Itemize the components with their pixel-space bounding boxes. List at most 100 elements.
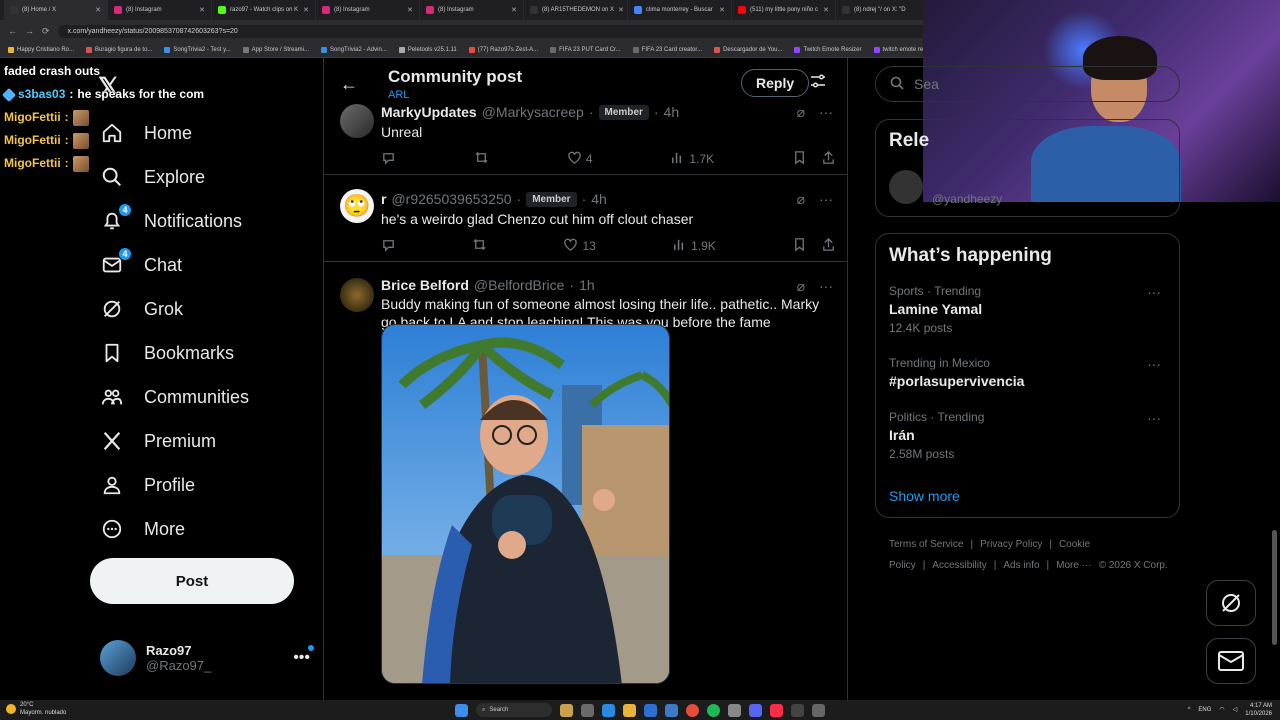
retweet-action[interactable] [474, 150, 489, 168]
grok-icon[interactable]: ⌀ [797, 191, 805, 208]
footer-link[interactable]: Terms of Service [889, 539, 963, 550]
taskbar-app-icon[interactable] [812, 703, 825, 717]
relevant-handle[interactable]: @yandheezy [932, 192, 1002, 206]
author-handle[interactable]: @BelfordBrice [474, 277, 564, 293]
nav-item-premium[interactable]: Premium [100, 421, 216, 461]
avatar[interactable] [340, 278, 374, 312]
avatar[interactable]: 🙄 [340, 189, 374, 223]
browser-tab[interactable]: (8) AR15THEDEMON on X ✕ [524, 0, 628, 20]
grok-icon[interactable]: ⌀ [797, 104, 805, 121]
bookmark-item[interactable]: (77) Razo97s Zest-A... [468, 46, 538, 53]
browser-tab[interactable]: clima monterrey - Buscar ✕ [628, 0, 732, 20]
footer-link[interactable]: © 2026 X Corp. [1099, 560, 1168, 571]
reply-action[interactable] [381, 237, 396, 255]
taskbar-app-icon[interactable] [560, 703, 573, 717]
bookmark-item[interactable]: Buragio figura de to... [86, 46, 152, 53]
mail-icon[interactable] [665, 703, 678, 717]
nav-item-more[interactable]: More [100, 509, 185, 549]
spotify-icon[interactable] [707, 703, 720, 717]
browser-tab[interactable]: (8) Instagram ✕ [420, 0, 524, 20]
author-name[interactable]: Brice Belford [381, 277, 469, 293]
bookmark-item[interactable]: Peletools v25.1.11 [398, 46, 457, 53]
trend-item[interactable]: Sports · Trending Lamine Yamal 12.4K posts… [889, 284, 1169, 335]
grok-icon[interactable]: ⌀ [797, 278, 805, 295]
author-name[interactable]: r [381, 191, 386, 207]
address-input[interactable]: x.com/yandheezy/status/20098537087426032… [57, 24, 958, 38]
search-input[interactable]: Sea [875, 66, 1180, 102]
language-indicator[interactable]: ENG [1198, 706, 1211, 714]
browser-back-icon[interactable]: ← [8, 26, 17, 36]
tweet-photo[interactable] [381, 324, 670, 684]
browser-tab[interactable]: (8) Home / X ✕ [4, 0, 108, 20]
nav-item-notifications[interactable]: 4 Notifications [100, 201, 242, 241]
scrollbar[interactable] [1272, 530, 1277, 645]
more-icon[interactable]: ··· [1147, 410, 1161, 426]
close-icon[interactable]: ✕ [95, 6, 101, 14]
community-name[interactable]: ARL [388, 89, 409, 101]
close-icon[interactable]: ✕ [823, 6, 829, 14]
author-name[interactable]: MarkyUpdates [381, 104, 477, 120]
account-more-icon[interactable]: ••• [293, 645, 314, 667]
discord-icon[interactable] [749, 703, 762, 717]
bookmark-item[interactable]: FIFA 23 Card creator... [632, 46, 702, 53]
reply-action[interactable] [381, 150, 396, 168]
browser-reload-icon[interactable]: ⟳ [42, 26, 50, 37]
close-icon[interactable]: ✕ [199, 6, 205, 14]
chrome-icon[interactable] [686, 703, 699, 717]
folder-icon[interactable] [623, 703, 636, 717]
bookmark-item[interactable]: Twitch Emote Resizer [794, 46, 862, 53]
weather-widget[interactable]: 20°C Mayorm. nublado [6, 701, 66, 717]
views-action[interactable]: 1.7K [670, 150, 714, 168]
taskbar-app-icon[interactable] [791, 703, 804, 717]
browser-tab[interactable]: (511) my little pony niño c ✕ [732, 0, 836, 20]
close-icon[interactable]: ✕ [407, 6, 413, 14]
close-icon[interactable]: ✕ [719, 6, 725, 14]
footer-link[interactable]: Privacy Policy [980, 539, 1042, 550]
close-icon[interactable]: ✕ [511, 6, 517, 14]
browser-tab[interactable]: (8) Instagram ✕ [316, 0, 420, 20]
taskbar-search[interactable]: ⌕ Search [476, 703, 552, 717]
clock[interactable]: 4:17 AM 1/10/2026 [1245, 702, 1272, 718]
taskbar-app-icon[interactable] [581, 703, 594, 717]
account-switcher[interactable]: Razo97 @Razo97_ ••• [100, 638, 314, 678]
author-handle[interactable]: @Markysacreep [482, 104, 584, 120]
bookmark-item[interactable]: SongTrivia2 - Test y... [164, 46, 231, 53]
tweet[interactable]: Brice Belford @BelfordBrice · 1h ⌀ ··· B… [324, 262, 847, 700]
tweet-time[interactable]: 1h [579, 277, 595, 293]
browser-tab[interactable]: (8) Instagram ✕ [108, 0, 212, 20]
bookmark-icon[interactable] [792, 237, 807, 255]
wifi-icon[interactable]: ◠ [1219, 706, 1224, 714]
volume-icon[interactable]: ◁ [1233, 706, 1238, 714]
bookmark-item[interactable]: Happy Cristiano Ro... [8, 46, 74, 53]
bookmark-item[interactable]: FIFA 23 PUT Card Cr... [550, 46, 621, 53]
more-icon[interactable]: ··· [1147, 356, 1161, 372]
windows-start-icon[interactable] [455, 703, 468, 717]
more-icon[interactable]: ··· [819, 278, 833, 295]
show-more-link[interactable]: Show more [889, 488, 960, 504]
share-icon[interactable] [821, 237, 836, 255]
retweet-action[interactable] [472, 237, 487, 255]
grok-float-button[interactable] [1206, 580, 1256, 626]
browser-forward-icon[interactable]: → [25, 26, 34, 36]
bookmark-item[interactable]: SongTrivia2 - Advin... [321, 46, 387, 53]
nav-item-chat[interactable]: 4 Chat [100, 245, 182, 285]
nav-item-grok[interactable]: Grok [100, 289, 183, 329]
back-arrow-icon[interactable]: ← [340, 74, 358, 95]
footer-link[interactable]: More ··· [1056, 560, 1092, 571]
browser-tab[interactable]: razo97 - Watch clips on K ✕ [212, 0, 316, 20]
music-icon[interactable] [770, 703, 783, 717]
nav-item-communities[interactable]: Communities [100, 377, 249, 417]
more-icon[interactable]: ··· [819, 191, 833, 208]
close-icon[interactable]: ✕ [303, 6, 309, 14]
taskbar-app-icon[interactable] [728, 703, 741, 717]
author-handle[interactable]: @r9265039653250 [391, 191, 511, 207]
trend-item[interactable]: Politics · Trending Irán 2.58M posts ··· [889, 410, 1169, 461]
post-button[interactable]: Post [90, 558, 294, 604]
avatar[interactable] [889, 170, 923, 204]
close-icon[interactable]: ✕ [618, 6, 624, 14]
bookmark-icon[interactable] [792, 150, 807, 168]
like-action[interactable]: 13 [563, 237, 596, 255]
nav-item-bookmarks[interactable]: Bookmarks [100, 333, 234, 373]
more-icon[interactable]: ··· [1147, 284, 1161, 300]
bookmark-item[interactable]: twitch emote resiz [873, 46, 931, 53]
